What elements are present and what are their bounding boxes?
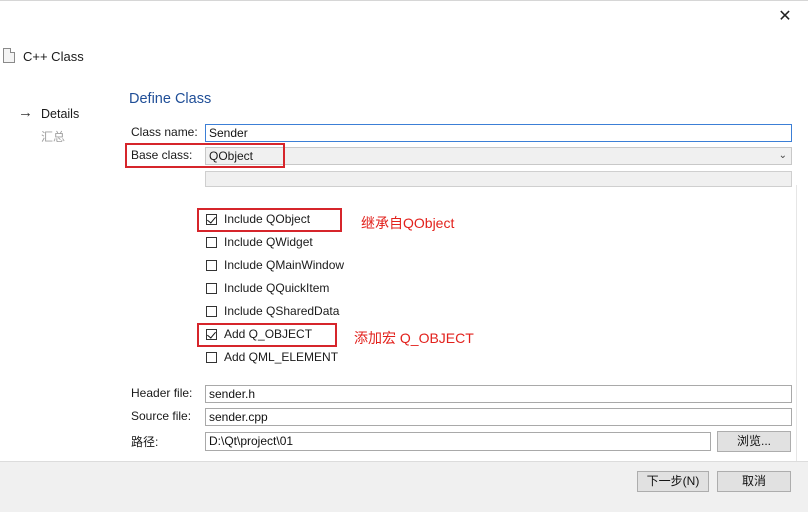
- checkbox-icon: [206, 305, 217, 317]
- file-icon: [3, 48, 15, 63]
- path-label: 路径:: [131, 435, 159, 449]
- inherit-annotation: 继承自QObject: [361, 215, 455, 231]
- include-qshareddata-checkbox[interactable]: Include QSharedData: [206, 302, 339, 320]
- panel-divider: [796, 185, 797, 461]
- source-file-input[interactable]: sender.cpp: [205, 408, 792, 426]
- next-button[interactable]: 下一步(N): [637, 471, 709, 492]
- checkbox-icon: [206, 351, 217, 363]
- include-qwidget-checkbox[interactable]: Include QWidget: [206, 233, 313, 251]
- step-summary: 汇总: [41, 130, 66, 144]
- path-input[interactable]: D:\Qt\project\01: [205, 432, 711, 451]
- include-qquickitem-label: Include QQuickItem: [224, 281, 330, 295]
- header-file-input[interactable]: sender.h: [205, 385, 792, 403]
- base-class-select[interactable]: QObject ⌄: [205, 147, 792, 165]
- checkbox-icon: [206, 236, 217, 248]
- include-qmainwindow-label: Include QMainWindow: [224, 258, 345, 272]
- include-qwidget-label: Include QWidget: [224, 235, 313, 249]
- add-qml-element-checkbox[interactable]: Add QML_ELEMENT: [206, 348, 338, 366]
- cancel-button[interactable]: 取消: [717, 471, 791, 492]
- top-border: [0, 0, 808, 1]
- include-qmainwindow-checkbox[interactable]: Include QMainWindow: [206, 256, 344, 274]
- base-class-highlight: [125, 143, 285, 168]
- step-details: Details: [41, 107, 80, 121]
- close-icon[interactable]: ✕: [774, 6, 796, 28]
- browse-button[interactable]: 浏览...: [717, 431, 791, 452]
- include-qshareddata-label: Include QSharedData: [224, 304, 340, 318]
- macro-annotation: 添加宏 Q_OBJECT: [354, 330, 474, 346]
- current-step-arrow-icon: →: [18, 104, 33, 121]
- class-name-input[interactable]: Sender: [205, 124, 792, 142]
- add-qml-element-label: Add QML_ELEMENT: [224, 350, 339, 364]
- include-qobject-highlight: [197, 208, 342, 232]
- page-title: Define Class: [129, 91, 212, 107]
- class-name-label: Class name:: [131, 125, 198, 139]
- source-file-label: Source file:: [131, 409, 192, 423]
- checkbox-icon: [206, 259, 217, 271]
- header-file-label: Header file:: [131, 386, 193, 400]
- chevron-down-icon: ⌄: [778, 150, 787, 161]
- checkbox-icon: [206, 282, 217, 294]
- wizard-title: C++ Class: [23, 49, 84, 64]
- add-q-object-highlight: [197, 323, 337, 347]
- include-qquickitem-checkbox[interactable]: Include QQuickItem: [206, 279, 329, 297]
- base-class-extra-field: [205, 171, 792, 187]
